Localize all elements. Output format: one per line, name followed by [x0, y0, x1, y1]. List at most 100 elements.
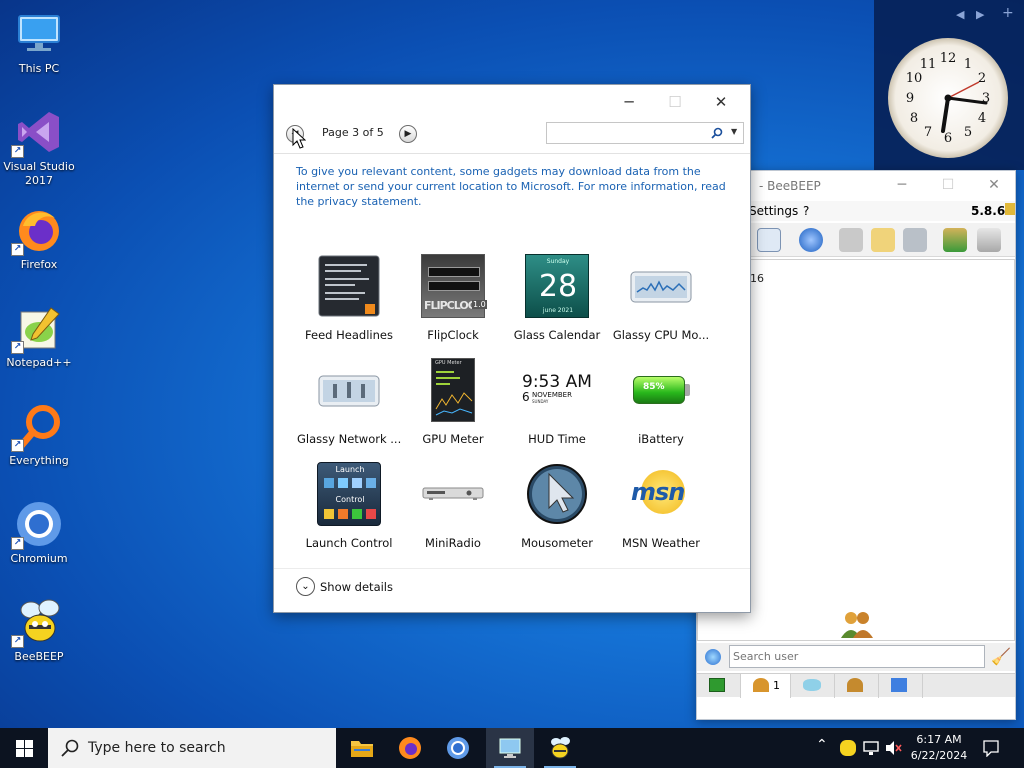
msn-weather-icon: msn [629, 462, 693, 526]
menu-settings[interactable]: Settings [749, 204, 798, 218]
trash-icon[interactable] [977, 228, 1001, 252]
sidebar-add-button[interactable]: + [1002, 5, 1014, 21]
taskbar-chromium[interactable] [434, 728, 482, 768]
desktop-icon-beebeep[interactable]: ↗ BeeBEEP [2, 592, 76, 674]
desktop-icon-this-pc[interactable]: This PC [2, 4, 76, 86]
svg-text:10: 10 [906, 71, 923, 86]
taskbar-gadgets[interactable] [486, 728, 534, 768]
minimize-button[interactable]: ─ [887, 177, 917, 193]
clock-gadget[interactable]: 12 1 2 345 678 9 10 11 [888, 38, 1008, 158]
taskbar-file-explorer[interactable] [338, 728, 386, 768]
vcard-icon[interactable] [757, 228, 781, 252]
gadgets-monitor-icon [499, 738, 521, 758]
svg-text:5: 5 [964, 125, 972, 140]
network-icon[interactable] [862, 740, 880, 756]
gadget-mousometer[interactable]: Mousometer [505, 462, 609, 562]
gadget-glassy-cpu-monitor[interactable]: Glassy CPU Mo... [609, 254, 713, 354]
gadget-hud-time[interactable]: 9:53 AM 6 NOVEMBER SUNDAY HUD Time [505, 358, 609, 458]
gadget-miniradio[interactable]: MiniRadio [401, 462, 505, 562]
flipclock-icon: FLIPCLOCK 1.0 [421, 254, 487, 318]
gadget-flipclock[interactable]: FLIPCLOCK 1.0 FlipClock [401, 254, 505, 354]
desktop-icon-label: Visual Studio 2017 [3, 160, 75, 187]
network-monitor-icon [317, 358, 381, 422]
system-clock[interactable]: 6:17 AM 6/22/2024 [906, 732, 972, 764]
taskbar-beebeep[interactable] [536, 728, 584, 768]
tools-icon[interactable] [903, 228, 927, 252]
desktop-icon-label: Notepad++ [6, 356, 72, 369]
tab-groups[interactable] [791, 674, 835, 698]
notification-icon[interactable] [982, 739, 1000, 757]
svg-text:7: 7 [924, 125, 932, 140]
desktop-icon-chromium[interactable]: ↗ Chromium [2, 494, 76, 576]
privacy-note[interactable]: To give you relevant content, some gadge… [296, 164, 726, 209]
tab-users[interactable]: 1 [741, 674, 791, 698]
tab-contacts[interactable] [835, 674, 879, 698]
svg-text:4: 4 [978, 111, 986, 126]
users-group-icon [841, 612, 873, 638]
beebeep-tray-icon[interactable] [840, 740, 856, 756]
gadget-name: Feed Headlines [305, 328, 393, 342]
chat-icon [709, 678, 725, 692]
taskbar-firefox[interactable] [386, 728, 434, 768]
sidebar-prev-button[interactable]: ◀ [956, 8, 964, 21]
visual-studio-icon: ↗ [11, 108, 63, 158]
mouse-cursor-icon [525, 462, 589, 526]
shortcut-arrow-icon: ↗ [11, 145, 24, 158]
files-icon [891, 678, 907, 692]
shortcut-arrow-icon: ↗ [11, 243, 24, 256]
chevron-down-icon[interactable]: ▼ [731, 127, 737, 136]
tab-files[interactable] [879, 674, 923, 698]
close-button[interactable]: ✕ [979, 177, 1009, 193]
gadget-gpu-meter[interactable]: GPU Meter GPU Meter [401, 358, 505, 458]
gadget-name: Launch Control [305, 536, 393, 550]
minimize-button[interactable]: ─ [606, 89, 652, 115]
show-details-toggle[interactable]: ⌄ Show details [296, 577, 393, 596]
page-indicator: Page 3 of 5 [322, 126, 384, 139]
folder-icon[interactable] [839, 228, 863, 252]
taskbar-search-box[interactable]: Type here to search [48, 728, 336, 768]
volume-muted-icon[interactable] [884, 740, 902, 756]
gadget-launch-control[interactable]: Launch Control Launch Control [297, 462, 401, 562]
svg-text:2: 2 [978, 71, 986, 86]
gallery-search-input[interactable] [549, 124, 699, 142]
gadget-name: Glassy Network ... [297, 432, 401, 446]
gadget-name: MSN Weather [622, 536, 700, 550]
search-user-input[interactable] [729, 645, 985, 668]
update-icon[interactable] [1005, 203, 1015, 215]
gadget-ibattery[interactable]: 85% iBattery [609, 358, 713, 458]
clear-broom-icon[interactable]: 🧹 [991, 647, 1011, 666]
radio-icon [421, 462, 485, 526]
gadget-msn-weather[interactable]: msn MSN Weather [609, 462, 713, 562]
chevron-down-icon: ⌄ [296, 577, 315, 596]
settings-gear-icon[interactable] [705, 649, 721, 665]
download-icon[interactable] [943, 228, 967, 252]
gadget-name: FlipClock [427, 328, 479, 342]
gallery-search-box[interactable]: ▼ [546, 122, 744, 144]
maximize-button[interactable]: ☐ [933, 177, 963, 193]
maximize-button[interactable]: ☐ [652, 89, 698, 115]
edit-icon[interactable] [871, 228, 895, 252]
taskbar: Type here to search ⌃ 6:17 AM 6/22/2024 [0, 728, 1024, 768]
desktop-icon-everything[interactable]: ↗ Everything [2, 396, 76, 478]
chevron-up-icon[interactable]: ⌃ [816, 737, 828, 753]
svg-text:12: 12 [940, 51, 957, 66]
desktop-icon-firefox[interactable]: ↗ Firefox [2, 200, 76, 282]
network-icon[interactable] [799, 228, 823, 252]
menu-help[interactable]: ? [803, 204, 809, 218]
tab-chat[interactable] [697, 674, 741, 698]
sidebar-next-button[interactable]: ▶ [976, 8, 984, 21]
beebeep-search-row: 🧹 [697, 643, 1015, 671]
header-divider [274, 153, 750, 154]
desktop-icon-notepad-plus-plus[interactable]: ↗ Notepad++ [2, 298, 76, 380]
next-page-button[interactable]: ▶ [399, 125, 417, 143]
search-icon[interactable] [711, 127, 723, 139]
gadget-glass-calendar[interactable]: Sunday 28 june 2021 Glass Calendar [505, 254, 609, 354]
version-label: 5.8.6 [971, 204, 1006, 218]
start-button[interactable] [0, 728, 48, 768]
gadget-feed-headlines[interactable]: Feed Headlines [297, 254, 401, 354]
close-button[interactable]: ✕ [698, 89, 744, 115]
desktop-icon-visual-studio[interactable]: ↗ Visual Studio 2017 [2, 102, 76, 187]
feed-headlines-icon [317, 254, 381, 318]
bee-icon: ↗ [11, 598, 63, 648]
gadget-glassy-network[interactable]: Glassy Network ... [297, 358, 401, 458]
